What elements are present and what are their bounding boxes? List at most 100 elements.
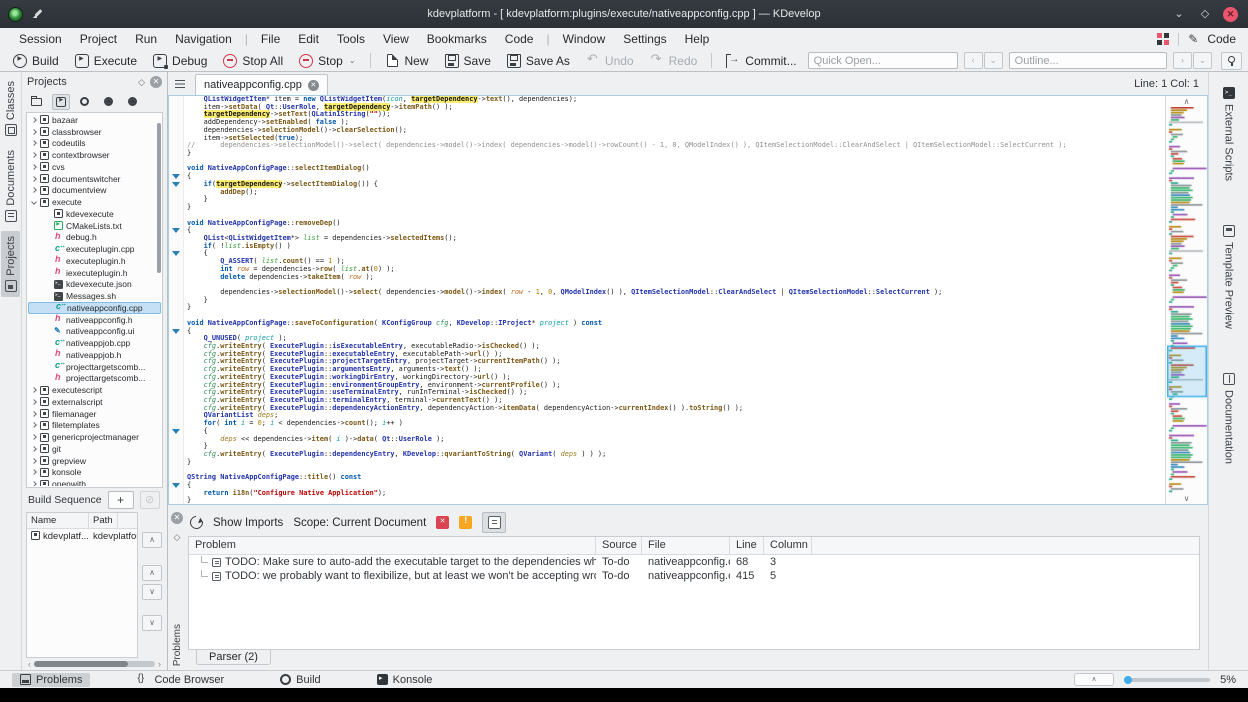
show-imports-button[interactable]: Show Imports <box>213 517 283 529</box>
new-folder-button[interactable] <box>28 94 46 110</box>
dock-tab-classes[interactable]: Classes <box>1 76 20 141</box>
tree-item-konsole[interactable]: konsole <box>28 467 161 479</box>
menu-window[interactable]: Window <box>554 30 615 48</box>
save-as-button[interactable]: Save As <box>500 53 577 69</box>
expand-icon[interactable] <box>31 422 37 429</box>
scroll-down-icon[interactable]: ∨ <box>1184 493 1190 504</box>
expand-icon[interactable] <box>31 481 37 486</box>
statusbar-item-konsole[interactable]: Konsole <box>369 673 441 687</box>
expand-icon[interactable] <box>31 434 37 440</box>
tree-item-documentswitcher[interactable]: documentswitcher <box>28 173 161 185</box>
move-top-button[interactable]: ∧ <box>142 532 162 548</box>
statusbar-item-build[interactable]: Build <box>272 673 328 687</box>
tree-item-iexecuteplugin-h[interactable]: iexecuteplugin.h <box>28 266 161 279</box>
code-line[interactable]: for( int i = 0; i < dependencies->count(… <box>187 419 1165 428</box>
next-icon[interactable]: › <box>1173 52 1192 69</box>
chevron-down-icon[interactable]: ⌄ <box>983 52 1003 69</box>
column-header-name[interactable]: Name <box>27 513 89 528</box>
tree-scrollbar[interactable] <box>157 123 161 273</box>
tree-item-openwith[interactable]: openwith <box>28 478 161 486</box>
code-line[interactable]: } <box>187 203 1165 212</box>
minimap-canvas[interactable] <box>1166 107 1207 493</box>
code-line[interactable]: } <box>187 296 1165 305</box>
menu-session[interactable]: Session <box>10 30 71 48</box>
column-header-line[interactable]: Line <box>730 537 764 554</box>
close-panel-icon[interactable]: ✕ <box>150 76 162 88</box>
build-button[interactable]: Build <box>6 53 66 69</box>
code-line[interactable]: if( !list.isEmpty() ) <box>187 242 1165 251</box>
column-header-path[interactable]: Path <box>89 513 118 528</box>
quick-open-input[interactable] <box>807 52 958 69</box>
stop-all-button[interactable]: Stop All <box>216 53 290 69</box>
close-panel-icon[interactable]: ✕ <box>171 512 183 524</box>
collapse-icon[interactable] <box>31 199 37 205</box>
expand-icon[interactable] <box>31 399 37 405</box>
redo-button[interactable]: Redo <box>643 51 705 69</box>
code-line[interactable]: QList<QListWidgetItem*> list = dependenc… <box>187 234 1165 243</box>
build-sequence-hscrollbar[interactable]: ‹ › <box>22 658 167 670</box>
tree-item-kdevexecute-json[interactable]: kdevexecute.json <box>28 279 161 291</box>
tree-item-executeplugin-cpp[interactable]: executeplugin.cpp <box>28 243 161 255</box>
expand-icon[interactable] <box>31 446 37 452</box>
fold-marker-icon[interactable] <box>172 428 180 438</box>
code-line[interactable]: deps << dependencies->item( i )->data( Q… <box>187 435 1165 444</box>
undo-button[interactable]: Undo <box>579 51 641 69</box>
new-button[interactable]: New <box>378 53 436 69</box>
tree-item-grepview[interactable]: grepview <box>28 455 161 467</box>
statusbar-item-code-browser[interactable]: Code Browser <box>130 673 232 687</box>
statusbar-item-problems[interactable]: Problems <box>12 672 91 687</box>
tree-item-execute[interactable]: execute <box>28 196 161 208</box>
menu-run[interactable]: Run <box>126 30 166 48</box>
tree-item-cvs[interactable]: cvs <box>28 161 161 173</box>
float-panel-icon[interactable]: ◇ <box>174 532 181 543</box>
menu-bookmarks[interactable]: Bookmarks <box>418 30 496 48</box>
tree-item-contextbrowser[interactable]: contextbrowser <box>28 149 161 161</box>
scroll-left-icon[interactable]: ‹ <box>28 659 31 669</box>
code-area-label[interactable]: Code <box>1207 32 1236 46</box>
move-up-button[interactable]: ∧ <box>142 565 162 581</box>
tree-item-nativeappconfig-h[interactable]: nativeappconfig.h <box>28 313 161 326</box>
show-targets-button[interactable] <box>52 94 70 110</box>
expand-icon[interactable] <box>31 164 37 170</box>
expand-icon[interactable] <box>31 187 37 194</box>
code-line[interactable]: addDep(); <box>187 188 1165 197</box>
code-line[interactable]: } <box>187 196 1165 204</box>
tree-item-executescript[interactable]: executescript <box>28 384 161 396</box>
code-line[interactable]: if(targetDependency->selectItemDialog())… <box>187 179 1165 189</box>
fold-marker-icon[interactable] <box>172 328 180 338</box>
tree-item-debug-h[interactable]: debug.h <box>28 231 161 244</box>
tab-close-icon[interactable]: ✕ <box>307 79 319 91</box>
column-header-column[interactable]: Column <box>764 537 812 554</box>
refresh-icon[interactable] <box>187 513 206 532</box>
column-header-file[interactable]: File <box>642 537 730 554</box>
tree-item-git[interactable]: git <box>28 443 161 455</box>
fold-marker-icon[interactable] <box>172 251 180 260</box>
tree-item-kdevexecute[interactable]: kdevexecute <box>28 208 161 220</box>
add-to-build-sequence-button[interactable]: + <box>107 491 134 509</box>
column-header-source[interactable]: Source <box>596 537 642 554</box>
expand-icon[interactable] <box>31 457 37 464</box>
hscroll-thumb[interactable] <box>34 661 155 667</box>
code-line[interactable]: { <box>187 327 1165 336</box>
menu-view[interactable]: View <box>374 30 418 48</box>
menu-code[interactable]: Code <box>496 30 543 48</box>
menu-tools[interactable]: Tools <box>328 30 374 48</box>
code-line[interactable]: cfg.writeEntry( ExecutePlugin::dependenc… <box>187 404 1165 413</box>
code-line[interactable]: dependencies->selectionModel()->select( … <box>187 288 1165 297</box>
expand-icon[interactable] <box>31 128 37 135</box>
code-editor[interactable]: QListWidgetItem* item = new QListWidgetI… <box>168 95 1208 505</box>
menu-navigation[interactable]: Navigation <box>166 30 241 48</box>
hints-filter-button[interactable] <box>482 512 507 533</box>
problem-row[interactable]: TODO: Make sure to auto-add the executab… <box>189 555 1199 569</box>
dock-tab-external-scripts[interactable]: External Scripts <box>1221 82 1237 186</box>
tree-item-genericprojectmanager[interactable]: genericprojectmanager <box>28 431 161 443</box>
tree-item-externalscript[interactable]: externalscript <box>28 396 161 408</box>
menu-file[interactable]: File <box>252 30 289 48</box>
fold-marker-icon[interactable] <box>172 181 180 191</box>
menu-project[interactable]: Project <box>71 30 126 48</box>
code-line[interactable]: } <box>187 304 1165 312</box>
tree-item-nativeappjob-h[interactable]: nativeappjob.h <box>28 348 161 361</box>
chevron-down-icon[interactable]: ⌄ <box>1193 52 1212 69</box>
code-line[interactable]: cfg.writeEntry( ExecutePlugin::dependenc… <box>187 450 1165 459</box>
code-line[interactable]: dependencies->selectionModel()->clearSel… <box>187 126 1165 135</box>
